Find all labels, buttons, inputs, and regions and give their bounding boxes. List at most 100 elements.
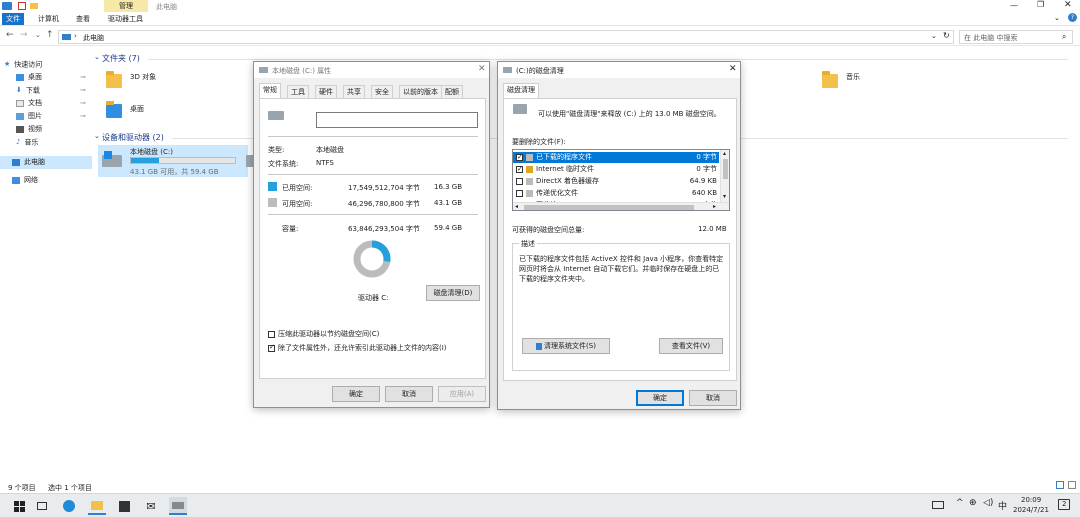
- tab-view[interactable]: 查看: [72, 13, 94, 25]
- index-checkbox[interactable]: [268, 343, 275, 352]
- edge-button[interactable]: [60, 497, 78, 515]
- address-bar[interactable]: › 此电脑 ⌄ ↻: [58, 30, 954, 44]
- ribbon-expand-icon[interactable]: ⌄: [1054, 14, 1060, 22]
- folder-item[interactable]: 音乐: [822, 70, 882, 94]
- tab-general[interactable]: 常规: [259, 83, 281, 98]
- app-icon: [2, 2, 12, 10]
- tab-previous-versions[interactable]: 以前的版本: [399, 85, 442, 98]
- minimize-icon[interactable]: —: [1010, 1, 1018, 10]
- maximize-icon[interactable]: ❐: [1037, 0, 1044, 9]
- divider: [268, 214, 478, 215]
- nav-item-music[interactable]: ♪ 音乐: [16, 136, 38, 149]
- breadcrumb[interactable]: 此电脑: [83, 33, 104, 43]
- tab-security[interactable]: 安全: [371, 85, 393, 98]
- tab-hardware[interactable]: 硬件: [315, 85, 337, 98]
- ok-button[interactable]: 确定: [332, 386, 380, 402]
- forward-icon[interactable]: →: [20, 30, 28, 40]
- navigation-pane: ★ 快速访问 桌面 ⊸ ⬇ 下载 ⊸ 文档 ⊸ 图片 ⊸ 视频 ♪ 音乐 此电脑 网络: [0, 48, 92, 478]
- close-icon[interactable]: ✕: [729, 64, 737, 74]
- compress-checkbox-row[interactable]: 压缩此驱动器以节约磁盘空间(C): [268, 329, 379, 339]
- up-icon[interactable]: ↑: [46, 30, 54, 40]
- tab-tools[interactable]: 工具: [287, 85, 309, 98]
- nav-network[interactable]: 网络: [12, 174, 38, 187]
- file-explorer-button[interactable]: [88, 497, 106, 515]
- files-list[interactable]: 已下载的程序文件 0 字节 Internet 临时文件 0 字节 DirectX 着色器…: [512, 149, 730, 211]
- view-files-button[interactable]: 查看文件(V): [659, 338, 723, 354]
- context-tab-manage[interactable]: 管理: [104, 0, 148, 12]
- address-dropdown-icon[interactable]: ⌄: [931, 32, 937, 40]
- file-checkbox[interactable]: [516, 177, 523, 185]
- mail-button[interactable]: ✉: [142, 497, 160, 515]
- notification-icon[interactable]: 2: [1058, 499, 1070, 510]
- nav-item-downloads[interactable]: ⬇ 下载 ⊸: [16, 84, 86, 97]
- tab-computer[interactable]: 计算机: [34, 13, 63, 25]
- scroll-thumb[interactable]: [723, 159, 728, 179]
- ime-indicator[interactable]: 中: [998, 499, 1007, 512]
- help-icon[interactable]: ?: [1068, 13, 1077, 22]
- folder-item[interactable]: 桌面: [106, 100, 166, 124]
- large-icons-view-icon[interactable]: [1068, 481, 1076, 489]
- horizontal-scrollbar[interactable]: ◂ ▸: [513, 202, 729, 210]
- task-view-button[interactable]: [33, 497, 51, 515]
- nav-item-videos[interactable]: 视频: [16, 123, 42, 136]
- folder-item[interactable]: 3D 对象: [106, 70, 166, 94]
- qat-folder-icon[interactable]: [30, 3, 38, 9]
- store-button[interactable]: [115, 497, 133, 515]
- qat-properties-icon[interactable]: [18, 2, 26, 10]
- scroll-thumb[interactable]: [524, 205, 694, 210]
- keyboard-icon[interactable]: [932, 501, 944, 509]
- nav-item-pictures[interactable]: 图片 ⊸: [16, 110, 86, 123]
- apply-button[interactable]: 应用(A): [438, 386, 486, 402]
- scroll-down-icon[interactable]: ▾: [723, 193, 726, 200]
- item-count: 9 个项目: [8, 484, 36, 492]
- scroll-up-icon[interactable]: ▴: [723, 150, 726, 157]
- compress-checkbox[interactable]: [268, 330, 275, 338]
- refresh-icon[interactable]: ↻: [943, 31, 950, 40]
- file-list-item[interactable]: 传递优化文件 640 KB: [513, 188, 719, 199]
- clock-date[interactable]: 2024/7/21: [1013, 506, 1049, 514]
- nav-quick-access[interactable]: ★ 快速访问: [4, 58, 42, 71]
- nav-this-pc[interactable]: 此电脑: [0, 156, 92, 169]
- disk-cleanup-button[interactable]: 磁盘清理(D): [426, 285, 480, 301]
- tab-file[interactable]: 文件: [2, 13, 24, 25]
- cancel-button[interactable]: 取消: [689, 390, 737, 406]
- volume-icon[interactable]: ◁): [983, 498, 993, 508]
- scroll-right-icon[interactable]: ▸: [713, 203, 716, 210]
- ok-button[interactable]: 确定: [636, 390, 684, 406]
- chevron-up-icon[interactable]: ^: [956, 498, 964, 508]
- close-icon[interactable]: ✕: [1064, 0, 1072, 10]
- details-view-icon[interactable]: [1056, 481, 1064, 489]
- tab-drive-tools[interactable]: 驱动器工具: [104, 13, 147, 25]
- vertical-scrollbar[interactable]: ▴ ▾: [720, 150, 729, 202]
- file-list-item[interactable]: Internet 临时文件 0 字节: [513, 164, 719, 175]
- index-checkbox-row[interactable]: 除了文件属性外，还允许索引此驱动器上文件的内容(I): [268, 343, 447, 353]
- windows-logo-icon: [104, 151, 112, 159]
- recent-chevron-icon[interactable]: ⌄: [35, 31, 41, 39]
- file-checkbox[interactable]: [516, 189, 523, 197]
- nav-item-documents[interactable]: 文档 ⊸: [16, 97, 86, 110]
- tab-disk-cleanup[interactable]: 磁盘清理: [503, 83, 539, 98]
- chevron-down-icon[interactable]: ⌄: [94, 132, 100, 140]
- file-checkbox[interactable]: [516, 152, 523, 163]
- devices-group-header[interactable]: 设备和驱动器 (2): [102, 132, 164, 143]
- nav-item-desktop[interactable]: 桌面 ⊸: [16, 71, 86, 84]
- file-list-item[interactable]: DirectX 着色器缓存 64.9 KB: [513, 176, 719, 187]
- tab-sharing[interactable]: 共享: [343, 85, 365, 98]
- file-checkbox[interactable]: [516, 164, 523, 175]
- drive-c-tile[interactable]: 本地磁盘 (C:) 43.1 GB 可用，共 59.4 GB: [98, 145, 248, 177]
- search-box[interactable]: 在 此电脑 中搜索 ⌕: [959, 30, 1073, 44]
- scroll-left-icon[interactable]: ◂: [515, 203, 518, 210]
- tab-quota[interactable]: 配额: [441, 85, 463, 98]
- start-button[interactable]: [10, 497, 28, 515]
- cancel-button[interactable]: 取消: [385, 386, 433, 402]
- disk-cleanup-taskbar-button[interactable]: [169, 497, 187, 515]
- back-icon[interactable]: ←: [6, 30, 14, 40]
- clock-time[interactable]: 20:09: [1021, 496, 1041, 504]
- drive-name-input[interactable]: [316, 112, 478, 128]
- file-list-item[interactable]: 已下载的程序文件 0 字节: [513, 152, 719, 163]
- chevron-down-icon[interactable]: ⌄: [94, 53, 100, 61]
- close-icon[interactable]: ✕: [478, 64, 486, 74]
- network-globe-icon[interactable]: ⊕: [969, 498, 977, 508]
- clean-system-files-button[interactable]: 清理系统文件(S): [522, 338, 610, 354]
- folders-group-header[interactable]: 文件夹 (7): [102, 53, 140, 64]
